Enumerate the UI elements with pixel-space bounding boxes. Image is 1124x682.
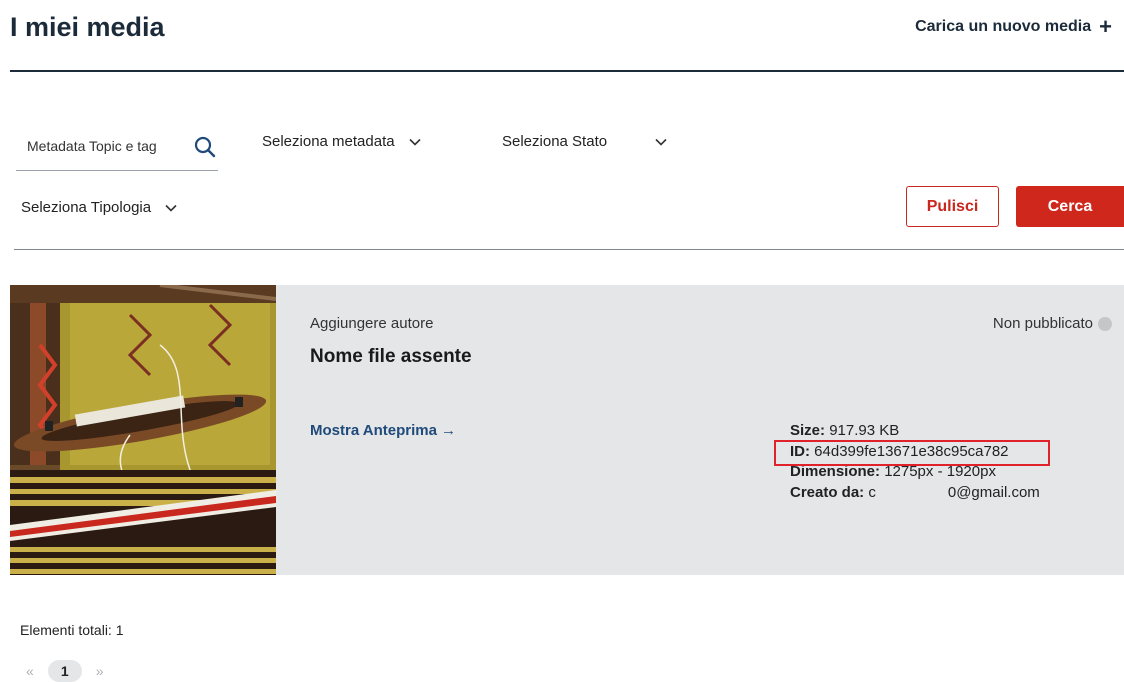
meta-creator-value-end: 0@gmail.com [947,483,1040,501]
status-select-label: Seleziona Stato [502,133,608,150]
total-items: Elementi totali: 1 [20,622,124,638]
search-icon[interactable] [194,136,216,158]
divider [14,249,1124,250]
pagination-prev[interactable]: « [26,663,34,679]
meta-size: Size: 917.93 KB [790,421,1040,442]
pagination-next[interactable]: » [96,663,104,679]
search-input[interactable] [27,138,177,154]
show-preview-link[interactable]: Mostra Anteprima → [310,422,456,439]
type-select-label: Seleziona Tipologia [21,199,152,216]
media-meta: Size: 917.93 KB ID: 64d399fe13671e38c95c… [774,421,1050,504]
upload-new-media-link[interactable]: Carica un nuovo media + [915,14,1112,39]
status-dot-icon [1098,316,1112,331]
publish-status: Non pubblicato [993,315,1112,332]
clear-button[interactable]: Pulisci [906,186,999,227]
meta-size-label: Size: [790,422,826,439]
search-button[interactable]: Cerca [1016,186,1124,227]
meta-creator-value-start: c [868,483,876,501]
page-header: I miei media Carica un nuovo media + [10,0,1124,72]
meta-dimension-label: Dimensione: [790,463,881,480]
chevron-down-icon [165,204,177,212]
metadata-select[interactable]: Seleziona metadata [262,133,421,150]
meta-dimension-value: 1275px - 1920px [884,463,996,480]
highlight-box [774,439,1050,466]
meta-creator-label: Creato da: [790,483,865,501]
pagination: « 1 » [26,660,104,682]
plus-icon: + [1099,14,1112,39]
show-preview-label: Mostra Anteprima [310,422,437,439]
publish-status-label: Non pubblicato [992,315,1093,332]
upload-new-media-label: Carica un nuovo media [915,18,1092,35]
chevron-down-icon [655,138,667,146]
chevron-down-icon [409,138,421,146]
metadata-select-label: Seleziona metadata [262,133,395,150]
meta-size-value: 917.93 KB [829,422,900,439]
arrow-right-icon: → [440,422,456,439]
pagination-page-current[interactable]: 1 [47,660,82,682]
page-title: I miei media [10,12,165,42]
meta-id: ID: 64d399fe13671e38c95ca782 [774,439,1050,466]
search-field [16,126,218,171]
media-author: Aggiungere autore [310,315,434,332]
status-select[interactable]: Seleziona Stato [502,133,667,150]
type-select[interactable]: Seleziona Tipologia [21,199,177,216]
media-card: Aggiungere autore Nome file assente Most… [10,285,1124,575]
meta-creator: Creato da: c 0@gmail.com [790,483,1040,504]
media-thumbnail[interactable] [10,285,276,575]
weaving-image [10,285,276,575]
media-filename: Nome file assente [310,346,472,367]
